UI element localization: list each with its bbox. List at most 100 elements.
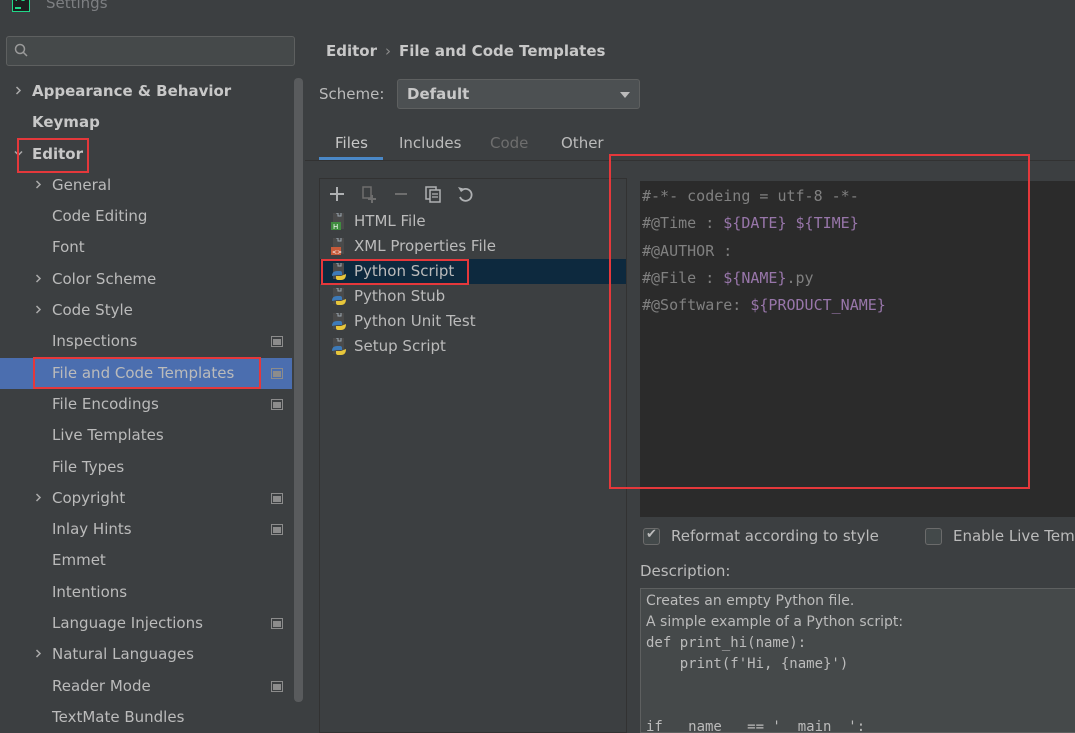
code-comment: #@AUTHOR : bbox=[642, 241, 733, 260]
project-level-icon bbox=[271, 492, 283, 504]
sidebar-item-intentions[interactable]: Intentions bbox=[0, 577, 292, 608]
settings-content: Editor › File and Code Templates Scheme: D… bbox=[305, 22, 1075, 733]
description-box: Creates an empty Python file. A simple ex… bbox=[640, 588, 1075, 733]
scheme-dropdown[interactable]: Default bbox=[397, 79, 640, 109]
scheme-value: Default bbox=[407, 85, 470, 103]
code-comment: #@File : bbox=[642, 268, 724, 287]
sidebar-item-copyright[interactable]: Copyright bbox=[0, 483, 292, 514]
code-line: #@AUTHOR : bbox=[642, 242, 732, 260]
sidebar-item-label: File Types bbox=[52, 457, 125, 476]
template-item-python-script[interactable]: Python Script bbox=[320, 259, 626, 284]
python-file-icon bbox=[332, 338, 346, 355]
template-variable: ${NAME} bbox=[723, 268, 787, 287]
sidebar-item-label: Natural Languages bbox=[52, 645, 194, 664]
chevron-right-icon[interactable] bbox=[34, 493, 43, 502]
chevron-right-icon[interactable] bbox=[34, 305, 43, 314]
sidebar-item-code-editing[interactable]: Code Editing bbox=[0, 201, 292, 232]
chevron-down-icon[interactable] bbox=[14, 149, 23, 158]
sidebar-item-live-templates[interactable]: Live Templates bbox=[0, 420, 292, 451]
sidebar-item-label: Emmet bbox=[52, 551, 106, 570]
scrollbar-thumb[interactable] bbox=[294, 78, 303, 702]
project-level-icon bbox=[271, 618, 283, 630]
template-list-panel: H HTML File <> XML Properties File Python Sc… bbox=[319, 178, 627, 733]
template-code-editor[interactable]: #-*- codeing = utf-8 -*- #@Time : ${DATE}… bbox=[640, 181, 1075, 517]
sidebar-item-keymap[interactable]: Keymap bbox=[0, 107, 292, 138]
description-line: print(f'Hi, {name}') bbox=[646, 656, 849, 672]
search-input[interactable] bbox=[6, 36, 295, 66]
sidebar-item-inlay-hints[interactable]: Inlay Hints bbox=[0, 514, 292, 545]
template-variable: ${TIME} bbox=[795, 214, 859, 233]
template-item-python-stub[interactable]: Python Stub bbox=[320, 284, 626, 309]
chevron-right-icon[interactable] bbox=[34, 649, 43, 658]
sidebar-item-label: Appearance & Behavior bbox=[32, 82, 232, 100]
title-bar: PC Settings bbox=[0, 0, 1075, 22]
template-toolbar bbox=[320, 179, 626, 209]
template-variable: ${DATE} bbox=[723, 214, 787, 233]
sidebar-item-language-injections[interactable]: Language Injections bbox=[0, 608, 292, 639]
sidebar-item-label: File and Code Templates bbox=[52, 363, 235, 382]
sidebar-item-reader-mode[interactable]: Reader Mode bbox=[0, 671, 292, 702]
sidebar-item-appearance-behavior[interactable]: Appearance & Behavior bbox=[0, 76, 292, 107]
template-item-label: HTML File bbox=[354, 212, 426, 230]
duplicate-icon[interactable] bbox=[423, 184, 443, 204]
sidebar-item-editor[interactable]: Editor bbox=[0, 139, 292, 170]
sidebar-item-label: TextMate Bundles bbox=[52, 707, 185, 726]
sidebar-item-emmet[interactable]: Emmet bbox=[0, 545, 292, 576]
template-variable: ${PRODUCT_NAME} bbox=[750, 296, 886, 315]
chevron-right-icon[interactable] bbox=[34, 180, 43, 189]
live-templates-checkbox[interactable] bbox=[925, 528, 942, 545]
tab-includes[interactable]: Includes bbox=[399, 134, 461, 152]
sidebar-item-label: Color Scheme bbox=[52, 269, 157, 288]
project-level-icon bbox=[271, 680, 283, 692]
search-icon bbox=[14, 43, 28, 57]
pycharm-logo-icon: PC bbox=[12, 0, 30, 12]
chevron-down-icon bbox=[620, 92, 630, 98]
sidebar-item-label: Code Editing bbox=[52, 207, 148, 226]
sidebar-item-label: Language Injections bbox=[52, 614, 203, 633]
add-icon[interactable] bbox=[327, 184, 347, 204]
sidebar-item-file-types[interactable]: File Types bbox=[0, 452, 292, 483]
window-title: Settings bbox=[46, 0, 108, 12]
description-line: A simple example of a Python script: bbox=[646, 614, 904, 630]
breadcrumb-parent[interactable]: Editor bbox=[326, 42, 377, 60]
sidebar-item-general[interactable]: General bbox=[0, 170, 292, 201]
tab-other[interactable]: Other bbox=[561, 134, 604, 152]
sidebar-item-font[interactable]: Font bbox=[0, 232, 292, 263]
sidebar-item-natural-languages[interactable]: Natural Languages bbox=[0, 639, 292, 670]
template-item-setup-script[interactable]: Setup Script bbox=[320, 334, 626, 359]
live-templates-label: Enable Live Temp bbox=[953, 527, 1075, 545]
reset-icon[interactable] bbox=[455, 184, 475, 204]
description-label: Description: bbox=[640, 562, 731, 580]
sidebar-item-inspections[interactable]: Inspections bbox=[0, 326, 292, 357]
settings-sidebar: Appearance & Behavior Keymap Editor General… bbox=[0, 22, 305, 733]
template-item-label: Python Script bbox=[354, 262, 455, 280]
tabs-divider bbox=[305, 160, 1075, 161]
sidebar-item-textmate-bundles[interactable]: TextMate Bundles bbox=[0, 702, 292, 733]
chevron-right-icon[interactable] bbox=[14, 86, 23, 95]
code-line: #@Software: ${PRODUCT_NAME} bbox=[642, 296, 886, 314]
sidebar-item-file-encodings[interactable]: File Encodings bbox=[0, 389, 292, 420]
python-file-icon bbox=[332, 263, 346, 280]
reformat-label: Reformat according to style bbox=[671, 527, 879, 545]
sidebar-item-code-style[interactable]: Code Style bbox=[0, 295, 292, 326]
template-item-label: Python Stub bbox=[354, 287, 446, 305]
code-comment: #@Time : bbox=[642, 214, 724, 233]
remove-icon[interactable] bbox=[391, 184, 411, 204]
template-item-html-file[interactable]: H HTML File bbox=[320, 209, 626, 234]
project-level-icon bbox=[271, 336, 283, 348]
project-level-icon bbox=[271, 524, 283, 536]
sidebar-item-label: Editor bbox=[32, 144, 83, 163]
template-item-python-unit-test[interactable]: Python Unit Test bbox=[320, 309, 626, 334]
sidebar-item-file-and-code-templates[interactable]: File and Code Templates bbox=[0, 357, 292, 389]
template-item-xml-properties-file[interactable]: <> XML Properties File bbox=[320, 234, 626, 259]
sidebar-item-label: Copyright bbox=[52, 488, 126, 507]
chevron-right-icon[interactable] bbox=[34, 274, 43, 283]
copy-template-icon[interactable] bbox=[359, 184, 379, 204]
breadcrumb-separator: › bbox=[385, 42, 391, 60]
tab-code[interactable]: Code bbox=[490, 134, 528, 152]
tab-files[interactable]: Files bbox=[335, 134, 368, 152]
code-comment bbox=[787, 214, 796, 232]
sidebar-item-label: Keymap bbox=[32, 113, 100, 132]
reformat-checkbox[interactable]: ✔ bbox=[643, 527, 660, 545]
sidebar-item-color-scheme[interactable]: Color Scheme bbox=[0, 264, 292, 295]
